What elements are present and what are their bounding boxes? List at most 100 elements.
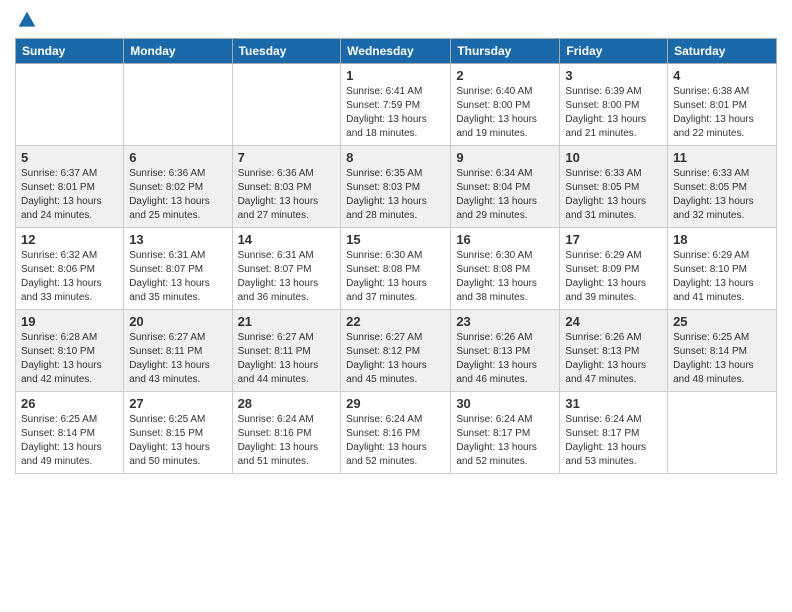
calendar-cell: 23 Sunrise: 6:26 AM Sunset: 8:13 PM Dayli…: [451, 310, 560, 392]
day-info: Sunrise: 6:29 AM Sunset: 8:10 PM Dayligh…: [673, 249, 771, 305]
day-number: 24: [565, 314, 662, 329]
calendar-cell: 14 Sunrise: 6:31 AM Sunset: 8:07 PM Dayli…: [232, 228, 341, 310]
calendar-cell: 10 Sunrise: 6:33 AM Sunset: 8:05 PM Dayli…: [560, 146, 668, 228]
day-number: 21: [238, 314, 336, 329]
day-info: Sunrise: 6:39 AM Sunset: 8:00 PM Dayligh…: [565, 85, 662, 141]
column-header-saturday: Saturday: [668, 39, 777, 64]
day-number: 10: [565, 150, 662, 165]
day-info: Sunrise: 6:27 AM Sunset: 8:11 PM Dayligh…: [238, 331, 336, 387]
day-info: Sunrise: 6:24 AM Sunset: 8:16 PM Dayligh…: [238, 413, 336, 469]
day-info: Sunrise: 6:30 AM Sunset: 8:08 PM Dayligh…: [346, 249, 445, 305]
page: SundayMondayTuesdayWednesdayThursdayFrid…: [0, 0, 792, 484]
logo-icon: [17, 10, 37, 30]
calendar-cell: 13 Sunrise: 6:31 AM Sunset: 8:07 PM Dayli…: [124, 228, 232, 310]
day-number: 27: [129, 396, 226, 411]
calendar-cell: [16, 64, 124, 146]
day-number: 30: [456, 396, 554, 411]
calendar-cell: 22 Sunrise: 6:27 AM Sunset: 8:12 PM Dayli…: [341, 310, 451, 392]
day-number: 12: [21, 232, 118, 247]
day-number: 22: [346, 314, 445, 329]
calendar-week-row: 19 Sunrise: 6:28 AM Sunset: 8:10 PM Dayli…: [16, 310, 777, 392]
day-number: 17: [565, 232, 662, 247]
calendar-cell: 27 Sunrise: 6:25 AM Sunset: 8:15 PM Dayli…: [124, 392, 232, 474]
day-info: Sunrise: 6:36 AM Sunset: 8:02 PM Dayligh…: [129, 167, 226, 223]
logo: [15, 10, 37, 30]
column-header-thursday: Thursday: [451, 39, 560, 64]
calendar-cell: 26 Sunrise: 6:25 AM Sunset: 8:14 PM Dayli…: [16, 392, 124, 474]
calendar-cell: 19 Sunrise: 6:28 AM Sunset: 8:10 PM Dayli…: [16, 310, 124, 392]
calendar-week-row: 1 Sunrise: 6:41 AM Sunset: 7:59 PM Daylig…: [16, 64, 777, 146]
calendar-cell: 18 Sunrise: 6:29 AM Sunset: 8:10 PM Dayli…: [668, 228, 777, 310]
column-header-tuesday: Tuesday: [232, 39, 341, 64]
day-number: 19: [21, 314, 118, 329]
day-info: Sunrise: 6:41 AM Sunset: 7:59 PM Dayligh…: [346, 85, 445, 141]
day-number: 3: [565, 68, 662, 83]
day-number: 11: [673, 150, 771, 165]
day-info: Sunrise: 6:30 AM Sunset: 8:08 PM Dayligh…: [456, 249, 554, 305]
day-number: 2: [456, 68, 554, 83]
day-number: 31: [565, 396, 662, 411]
calendar-cell: 21 Sunrise: 6:27 AM Sunset: 8:11 PM Dayli…: [232, 310, 341, 392]
day-info: Sunrise: 6:34 AM Sunset: 8:04 PM Dayligh…: [456, 167, 554, 223]
header: [15, 10, 777, 30]
calendar-cell: [124, 64, 232, 146]
day-info: Sunrise: 6:25 AM Sunset: 8:14 PM Dayligh…: [673, 331, 771, 387]
day-number: 25: [673, 314, 771, 329]
calendar: SundayMondayTuesdayWednesdayThursdayFrid…: [15, 38, 777, 474]
calendar-cell: 11 Sunrise: 6:33 AM Sunset: 8:05 PM Dayli…: [668, 146, 777, 228]
column-header-monday: Monday: [124, 39, 232, 64]
day-info: Sunrise: 6:38 AM Sunset: 8:01 PM Dayligh…: [673, 85, 771, 141]
day-info: Sunrise: 6:24 AM Sunset: 8:17 PM Dayligh…: [565, 413, 662, 469]
calendar-cell: 31 Sunrise: 6:24 AM Sunset: 8:17 PM Dayli…: [560, 392, 668, 474]
day-info: Sunrise: 6:27 AM Sunset: 8:11 PM Dayligh…: [129, 331, 226, 387]
day-info: Sunrise: 6:26 AM Sunset: 8:13 PM Dayligh…: [456, 331, 554, 387]
day-info: Sunrise: 6:25 AM Sunset: 8:15 PM Dayligh…: [129, 413, 226, 469]
day-info: Sunrise: 6:35 AM Sunset: 8:03 PM Dayligh…: [346, 167, 445, 223]
day-info: Sunrise: 6:33 AM Sunset: 8:05 PM Dayligh…: [565, 167, 662, 223]
day-info: Sunrise: 6:24 AM Sunset: 8:17 PM Dayligh…: [456, 413, 554, 469]
calendar-cell: 9Sunrise: 6:34 AM Sunset: 8:04 PM Daylig…: [451, 146, 560, 228]
day-number: 16: [456, 232, 554, 247]
calendar-cell: 30 Sunrise: 6:24 AM Sunset: 8:17 PM Dayli…: [451, 392, 560, 474]
calendar-cell: 5 Sunrise: 6:37 AM Sunset: 8:01 PM Daylig…: [16, 146, 124, 228]
day-number: 28: [238, 396, 336, 411]
day-info: Sunrise: 6:32 AM Sunset: 8:06 PM Dayligh…: [21, 249, 118, 305]
day-info: Sunrise: 6:26 AM Sunset: 8:13 PM Dayligh…: [565, 331, 662, 387]
day-number: 18: [673, 232, 771, 247]
day-info: Sunrise: 6:36 AM Sunset: 8:03 PM Dayligh…: [238, 167, 336, 223]
day-number: 4: [673, 68, 771, 83]
day-number: 29: [346, 396, 445, 411]
day-info: Sunrise: 6:31 AM Sunset: 8:07 PM Dayligh…: [238, 249, 336, 305]
day-number: 13: [129, 232, 226, 247]
day-info: Sunrise: 6:25 AM Sunset: 8:14 PM Dayligh…: [21, 413, 118, 469]
calendar-cell: 8 Sunrise: 6:35 AM Sunset: 8:03 PM Daylig…: [341, 146, 451, 228]
day-info: Sunrise: 6:31 AM Sunset: 8:07 PM Dayligh…: [129, 249, 226, 305]
calendar-cell: 4 Sunrise: 6:38 AM Sunset: 8:01 PM Daylig…: [668, 64, 777, 146]
calendar-cell: 1 Sunrise: 6:41 AM Sunset: 7:59 PM Daylig…: [341, 64, 451, 146]
day-info: Sunrise: 6:28 AM Sunset: 8:10 PM Dayligh…: [21, 331, 118, 387]
day-number: 14: [238, 232, 336, 247]
day-number: 7: [238, 150, 336, 165]
calendar-cell: 28 Sunrise: 6:24 AM Sunset: 8:16 PM Dayli…: [232, 392, 341, 474]
calendar-week-row: 12 Sunrise: 6:32 AM Sunset: 8:06 PM Dayli…: [16, 228, 777, 310]
day-number: 20: [129, 314, 226, 329]
calendar-cell: 25 Sunrise: 6:25 AM Sunset: 8:14 PM Dayli…: [668, 310, 777, 392]
calendar-cell: 2Sunrise: 6:40 AM Sunset: 8:00 PM Daylig…: [451, 64, 560, 146]
day-number: 5: [21, 150, 118, 165]
day-number: 15: [346, 232, 445, 247]
day-number: 26: [21, 396, 118, 411]
calendar-week-row: 26 Sunrise: 6:25 AM Sunset: 8:14 PM Dayli…: [16, 392, 777, 474]
calendar-cell: 16 Sunrise: 6:30 AM Sunset: 8:08 PM Dayli…: [451, 228, 560, 310]
day-info: Sunrise: 6:37 AM Sunset: 8:01 PM Dayligh…: [21, 167, 118, 223]
day-number: 23: [456, 314, 554, 329]
calendar-cell: 20 Sunrise: 6:27 AM Sunset: 8:11 PM Dayli…: [124, 310, 232, 392]
calendar-cell: 15 Sunrise: 6:30 AM Sunset: 8:08 PM Dayli…: [341, 228, 451, 310]
calendar-cell: [232, 64, 341, 146]
day-info: Sunrise: 6:27 AM Sunset: 8:12 PM Dayligh…: [346, 331, 445, 387]
day-number: 8: [346, 150, 445, 165]
day-number: 6: [129, 150, 226, 165]
calendar-cell: [668, 392, 777, 474]
calendar-cell: 6 Sunrise: 6:36 AM Sunset: 8:02 PM Daylig…: [124, 146, 232, 228]
day-number: 1: [346, 68, 445, 83]
day-info: Sunrise: 6:33 AM Sunset: 8:05 PM Dayligh…: [673, 167, 771, 223]
